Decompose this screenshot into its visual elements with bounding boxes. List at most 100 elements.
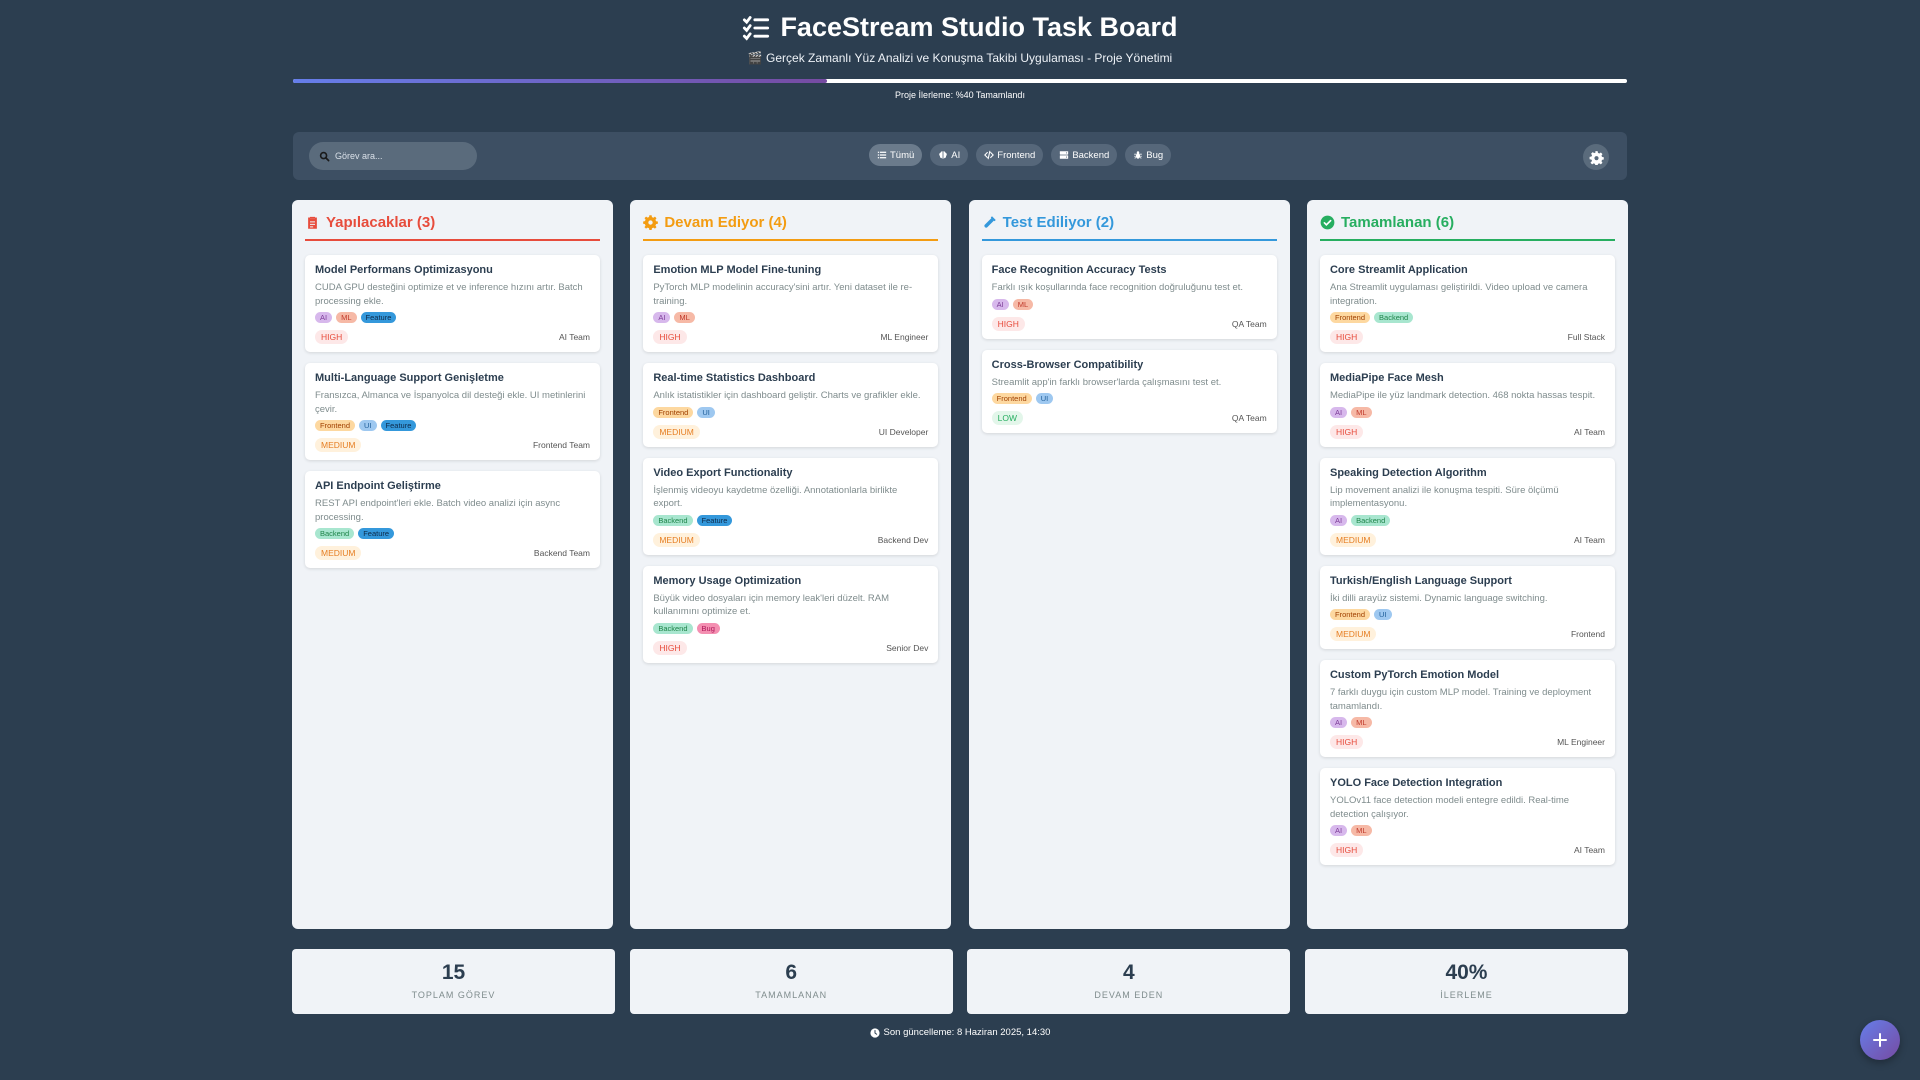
search-box[interactable] xyxy=(309,142,477,170)
tag-badge: UI xyxy=(697,406,715,418)
clipboard-icon xyxy=(308,216,317,229)
task-description: Büyük video dosyaları için memory leak'l… xyxy=(653,592,890,618)
tag-badge: AI xyxy=(653,312,671,323)
task-card[interactable]: Multi-Language Support Genişletme Fransız… xyxy=(305,363,600,460)
task-description: REST API endpoint'leri ekle. Batch video… xyxy=(315,498,561,523)
tag-badge: AI xyxy=(315,312,333,323)
task-footer: HIGH QA Team xyxy=(991,316,1267,331)
task-title: Cross-Browser Compatibility xyxy=(991,358,1144,371)
task-card[interactable]: Video Export Functionality İşlenmiş video… xyxy=(643,457,939,555)
task-description: 7 farklı duygu için custom MLP model. Tr… xyxy=(1329,687,1592,712)
task-title: MediaPipe Face Mesh xyxy=(1329,372,1444,384)
task-title: Real-time Statistics Dashboard xyxy=(653,372,816,384)
priority-badge: HIGH xyxy=(1329,735,1364,749)
task-footer: HIGH AI Team xyxy=(1329,843,1605,857)
add-task-button[interactable] xyxy=(1860,1020,1900,1060)
priority-badge: HIGH xyxy=(991,316,1025,331)
task-assignee: Backend Team xyxy=(533,548,590,558)
tag-badge: ML xyxy=(674,312,695,323)
column-title: Tamamlanan (6) xyxy=(1340,214,1455,231)
filter-frontend-button[interactable]: Frontend xyxy=(976,144,1044,166)
task-footer: MEDIUM UI Developer xyxy=(653,424,929,439)
task-title: Speaking Detection Algorithm xyxy=(1329,466,1487,479)
task-description: YOLOv11 face detection modeli entegre ed… xyxy=(1329,795,1570,820)
search-input[interactable] xyxy=(335,151,465,161)
tag-badge: AI xyxy=(991,298,1009,310)
priority-badge: MEDIUM xyxy=(1329,627,1377,641)
task-tags: Frontend Backend xyxy=(1329,312,1605,323)
tag-badge: UI xyxy=(1035,393,1054,404)
filter-bug-button[interactable]: Bug xyxy=(1125,144,1172,166)
stat-value: 6 xyxy=(785,961,797,984)
task-assignee: Frontend Team xyxy=(532,440,590,450)
card-list: Core Streamlit Application Ana Streamlit … xyxy=(1319,255,1615,865)
task-tags: Frontend UI xyxy=(653,406,928,418)
filter-ai-button[interactable]: AI xyxy=(930,144,969,166)
priority-badge: HIGH xyxy=(1329,330,1364,344)
server-icon xyxy=(1060,151,1069,159)
task-footer: HIGH AI Team xyxy=(1329,424,1605,439)
project-progress-bar xyxy=(293,79,1627,83)
task-title: Custom PyTorch Emotion Model xyxy=(1329,669,1500,681)
task-assignee: Frontend xyxy=(1570,629,1605,639)
stat-label: TOPLAM GÖREV xyxy=(411,990,496,1000)
tag-badge: AI xyxy=(1329,825,1348,836)
task-description: Ana Streamlit uygulaması geliştirildi. V… xyxy=(1329,282,1588,307)
task-card[interactable]: YOLO Face Detection Integration YOLOv11 f… xyxy=(1319,768,1615,865)
task-card[interactable]: Face Recognition Accuracy Tests Farklı ış… xyxy=(981,255,1277,339)
task-description: İşlenmiş videoyu kaydetme özelliği. Anno… xyxy=(653,484,898,510)
task-tags: Frontend UI Feature xyxy=(315,420,590,431)
task-assignee: AI Team xyxy=(558,332,590,342)
task-assignee: QA Team xyxy=(1231,413,1267,423)
filter-bug-label: Bug xyxy=(1146,149,1164,161)
tag-badge: Backend xyxy=(1374,312,1414,323)
task-card[interactable]: Real-time Statistics Dashboard Anlık ista… xyxy=(643,363,939,447)
task-card[interactable]: Model Performans Optimizasyonu CUDA GPU d… xyxy=(305,255,600,352)
task-assignee: AI Team xyxy=(1573,426,1605,437)
bug-icon xyxy=(1134,151,1143,159)
task-card[interactable]: Core Streamlit Application Ana Streamlit … xyxy=(1319,255,1615,352)
task-card[interactable]: Speaking Detection Algorithm Lip movement… xyxy=(1319,457,1615,555)
column-title: Yapılacaklar (3) xyxy=(326,214,436,231)
task-tags: AI ML xyxy=(653,312,928,323)
brain-icon xyxy=(939,151,948,159)
task-assignee: ML Engineer xyxy=(880,332,929,342)
task-assignee: AI Team xyxy=(1573,534,1605,545)
task-footer: HIGH ML Engineer xyxy=(653,330,928,344)
search-icon xyxy=(319,151,330,161)
task-card[interactable]: Cross-Browser Compatibility Streamlit app… xyxy=(981,349,1277,433)
priority-badge: MEDIUM xyxy=(653,532,700,547)
page-subtitle: 🎬 Gerçek Zamanlı Yüz Analizi ve Konuşma … xyxy=(747,51,1173,65)
tag-badge: Backend xyxy=(653,514,693,526)
task-assignee: UI Developer xyxy=(878,426,929,437)
task-card[interactable]: Turkish/English Language Support İki dill… xyxy=(1319,565,1615,649)
task-footer: MEDIUM Backend Team xyxy=(315,546,590,560)
filter-backend-button[interactable]: Backend xyxy=(1051,144,1118,166)
filter-backend-label: Backend xyxy=(1072,149,1110,161)
column-title: Test Ediliyor (2) xyxy=(1002,214,1115,231)
card-list: Face Recognition Accuracy Tests Farklı ış… xyxy=(981,255,1277,433)
task-card[interactable]: Custom PyTorch Emotion Model 7 farklı duy… xyxy=(1319,660,1615,757)
column-todo: Yapılacaklar (3) Model Performans Optimi… xyxy=(292,200,613,929)
priority-badge: MEDIUM xyxy=(315,438,362,452)
task-card[interactable]: MediaPipe Face Mesh MediaPipe ile yüz lan… xyxy=(1319,363,1615,447)
gear-icon xyxy=(1589,150,1604,165)
task-card[interactable]: Emotion MLP Model Fine-tuning PyTorch MLP… xyxy=(643,255,939,352)
tag-badge: AI xyxy=(1329,406,1348,418)
task-card[interactable]: API Endpoint Geliştirme REST API endpoint… xyxy=(305,471,600,568)
filter-all-button[interactable]: Tümü xyxy=(869,144,923,166)
task-card[interactable]: Memory Usage Optimization Büyük video dos… xyxy=(643,565,939,663)
tag-badge: UI xyxy=(359,420,377,431)
task-title: Core Streamlit Application xyxy=(1329,264,1468,276)
stat-in-progress: 4 DEVAM EDEN xyxy=(967,949,1291,1014)
task-title: Video Export Functionality xyxy=(653,466,793,479)
tag-badge: ML xyxy=(1351,825,1372,836)
task-assignee: ML Engineer xyxy=(1557,737,1605,747)
project-progress-text: Proje İlerleme: %40 Tamamlandı xyxy=(895,90,1025,100)
priority-badge: LOW xyxy=(991,411,1024,425)
task-description: Lip movement analizi ile konuşma tespiti… xyxy=(1329,484,1559,510)
task-tags: Backend Feature xyxy=(653,514,928,526)
settings-button[interactable] xyxy=(1583,144,1609,170)
filter-group: Tümü AI Frontend Backend Bug xyxy=(869,144,1172,166)
stat-progress: 40% İLERLEME xyxy=(1304,949,1628,1014)
